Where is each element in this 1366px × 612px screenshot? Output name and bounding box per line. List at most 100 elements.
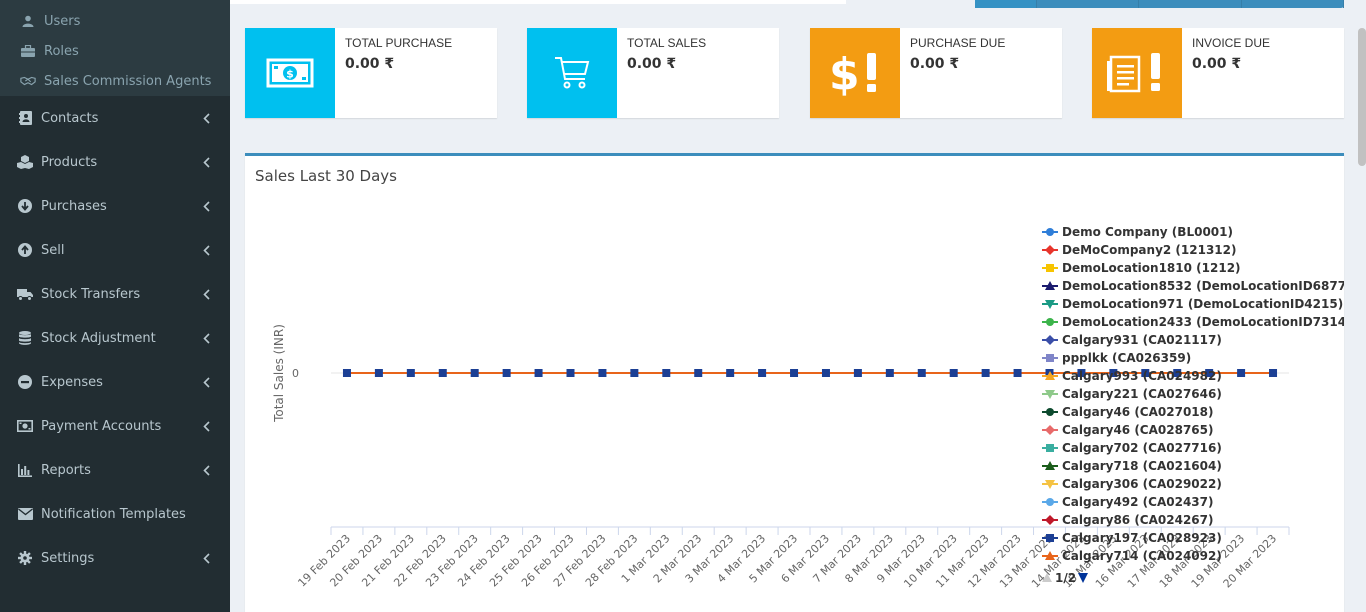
data-point[interactable] (598, 369, 607, 377)
data-point[interactable] (534, 369, 543, 377)
legend-item-label[interactable]: Calgary221 (CA027646) (1062, 387, 1222, 401)
svg-text:$: $ (829, 49, 860, 97)
legend-item-label[interactable]: Calgary492 (CA02437) (1062, 495, 1213, 509)
data-point[interactable] (406, 369, 415, 377)
data-point[interactable] (821, 369, 830, 377)
legend-item-label[interactable]: Calgary197 (CA028923) (1062, 531, 1222, 545)
sidebar-item-expenses[interactable]: Expenses (0, 360, 230, 404)
legend-marker (1046, 408, 1054, 416)
sidebar-item-reports[interactable]: Reports (0, 448, 230, 492)
sidebar-item-notification-templates[interactable]: Notification Templates (0, 492, 230, 536)
y-tick-label: 0 (292, 367, 299, 380)
money-icon: $ (245, 28, 335, 118)
dollar-exclamation-icon: $ (810, 28, 900, 118)
legend-item-label[interactable]: Calgary46 (CA027018) (1062, 405, 1213, 419)
info-box-total-purchase: $ TOTAL PURCHASE 0.00 ₹ (245, 28, 497, 118)
sidebar-subitem-users[interactable]: Users (0, 6, 230, 36)
top-button[interactable] (1242, 0, 1344, 8)
legend-item-label[interactable]: DemoLocation8532 (DemoLocationID6877) (1062, 279, 1344, 293)
info-box-label: TOTAL PURCHASE (345, 36, 453, 50)
legend-item-label[interactable]: Calgary931 (CA021117) (1062, 333, 1222, 347)
sidebar-item-settings[interactable]: Settings (0, 536, 230, 580)
data-point[interactable] (790, 369, 799, 377)
legend-marker (1045, 425, 1055, 435)
legend-item-label[interactable]: Calgary714 (CA024092) (1062, 549, 1222, 563)
data-point[interactable] (949, 369, 958, 377)
data-point[interactable] (917, 369, 926, 377)
legend-marker (1046, 498, 1054, 506)
legend-item-label[interactable]: Calgary993 (CA024982) (1062, 369, 1222, 383)
legend-item-label[interactable]: DemoLocation2433 (DemoLocationID7314) (1062, 315, 1344, 329)
data-point[interactable] (726, 369, 735, 377)
data-point[interactable] (630, 369, 639, 377)
legend-item-label[interactable]: ppplkk (CA026359) (1062, 351, 1191, 365)
database-icon (17, 330, 33, 346)
truck-icon (17, 286, 33, 302)
sidebar-item-label: Expenses (41, 374, 103, 390)
chevron-left-icon (200, 243, 212, 257)
legend-item-label[interactable]: Calgary718 (CA021604) (1062, 459, 1222, 473)
info-box-value: 0.00 ₹ (1192, 56, 1242, 72)
legend-marker (1045, 335, 1055, 345)
info-box-label: TOTAL SALES (627, 36, 707, 50)
sidebar-subitem-sales-commission-agents[interactable]: Sales Commission Agents (0, 66, 230, 96)
legend-item-label[interactable]: Calgary702 (CA027716) (1062, 441, 1222, 455)
sidebar-item-sell[interactable]: Sell (0, 228, 230, 272)
sidebar-item-purchases[interactable]: Purchases (0, 184, 230, 228)
envelope-icon (17, 506, 33, 522)
data-point[interactable] (502, 369, 511, 377)
sidebar-item-products[interactable]: Products (0, 140, 230, 184)
sidebar-item-stock-adjustment[interactable]: Stock Adjustment (0, 316, 230, 360)
svg-text:$: $ (286, 68, 294, 81)
info-box-label: PURCHASE DUE (910, 36, 1006, 50)
data-point[interactable] (470, 369, 479, 377)
sidebar-item-label: Contacts (41, 110, 99, 126)
legend-item-label[interactable]: DemoLocation971 (DemoLocationID4215) (1062, 297, 1343, 311)
data-point[interactable] (438, 369, 447, 377)
sidebar-subitem-roles[interactable]: Roles (0, 36, 230, 66)
page-scrollbar[interactable] (1358, 28, 1366, 166)
briefcase-icon (20, 43, 36, 59)
data-point[interactable] (1237, 369, 1246, 377)
top-button[interactable] (975, 0, 1037, 8)
legend-item-label[interactable]: Calgary306 (CA029022) (1062, 477, 1222, 491)
legend-marker (1046, 354, 1054, 362)
data-point[interactable] (885, 369, 894, 377)
legend-item-label[interactable]: Calgary46 (CA028765) (1062, 423, 1213, 437)
chevron-left-icon (200, 287, 212, 301)
data-point[interactable] (1269, 369, 1278, 377)
top-button-group[interactable] (975, 0, 1344, 8)
sidebar-item-label: Sell (41, 242, 65, 258)
data-point[interactable] (853, 369, 862, 377)
legend-marker (1046, 318, 1054, 326)
data-point[interactable] (342, 369, 351, 377)
sidebar-item-stock-transfers[interactable]: Stock Transfers (0, 272, 230, 316)
top-filter-panel-edge (230, 0, 846, 4)
data-point[interactable] (758, 369, 767, 377)
info-box-total-sales: TOTAL SALES 0.00 ₹ (527, 28, 779, 118)
data-point[interactable] (981, 369, 990, 377)
sidebar-item-label: Stock Adjustment (41, 330, 156, 346)
chevron-left-icon (200, 331, 212, 345)
top-button[interactable] (1037, 0, 1140, 8)
info-box-value: 0.00 ₹ (345, 56, 395, 72)
info-box-value: 0.00 ₹ (910, 56, 960, 72)
sidebar-item-contacts[interactable]: Contacts (0, 96, 230, 140)
data-point[interactable] (374, 369, 383, 377)
legend-item-label[interactable]: Calgary86 (CA024267) (1062, 513, 1213, 527)
chevron-left-icon (200, 375, 212, 389)
arrow-circle-up-icon (17, 242, 33, 258)
arrow-circle-down-icon (17, 198, 33, 214)
legend-item-label[interactable]: Demo Company (BL0001) (1062, 225, 1233, 239)
sidebar-item-label: Payment Accounts (41, 418, 162, 434)
chevron-left-icon (200, 155, 212, 169)
data-point[interactable] (1013, 369, 1022, 377)
data-point[interactable] (566, 369, 575, 377)
sales-line-chart: Total Sales (INR) 019 Feb 202320 Feb 2023… (272, 225, 1344, 590)
legend-item-label[interactable]: DemoLocation1810 (1212) (1062, 261, 1241, 275)
data-point[interactable] (662, 369, 671, 377)
top-button[interactable] (1139, 0, 1242, 8)
legend-item-label[interactable]: DeMoCompany2 (121312) (1062, 243, 1237, 257)
data-point[interactable] (694, 369, 703, 377)
sidebar-item-payment-accounts[interactable]: Payment Accounts (0, 404, 230, 448)
